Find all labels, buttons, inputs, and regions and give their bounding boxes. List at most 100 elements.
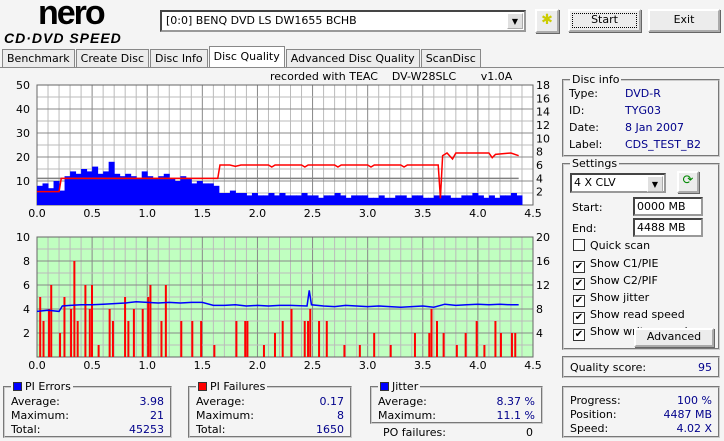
pif-bar xyxy=(343,345,346,357)
start-input[interactable]: 0000 MB xyxy=(633,197,703,216)
date-label: Date: xyxy=(569,121,599,134)
pie-bar xyxy=(251,193,258,205)
pif-bar xyxy=(413,333,416,357)
jitter-group: Jitter Average: 8.37 % Maximum: 11.1 % xyxy=(370,380,543,424)
pie-bar xyxy=(169,178,176,205)
pif-bar xyxy=(59,333,62,357)
pif-bar xyxy=(510,333,513,357)
pie-bar xyxy=(389,197,396,205)
exit-button[interactable]: Exit xyxy=(648,9,720,32)
end-input[interactable]: 4488 MB xyxy=(633,218,703,237)
speed-select[interactable]: 4 X CLV ▼ xyxy=(570,173,666,193)
checkbox-quick-scan[interactable]: Quick scan xyxy=(573,238,688,253)
pif-bar xyxy=(290,309,293,357)
position-value: 4487 MB xyxy=(663,408,712,421)
y-tick-label: 50 xyxy=(16,79,30,92)
pif-bar xyxy=(281,321,284,357)
x-tick-label: 0.5 xyxy=(83,359,101,372)
pie-bar xyxy=(279,193,286,205)
x-tick-label: 3.5 xyxy=(414,207,432,220)
disc-info-group: Disc info Type: DVD-R ID: TYG03 Date: 8 Jan… xyxy=(562,73,720,157)
pie-bar xyxy=(428,197,435,205)
checkbox-box[interactable] xyxy=(573,239,585,251)
pif-bar xyxy=(180,321,183,357)
checkbox-box[interactable]: ✔ xyxy=(573,312,585,324)
y-tick-label: 40 xyxy=(16,103,30,116)
quality-score-box: Quality score: 95 xyxy=(562,356,720,378)
pie-bar xyxy=(240,193,247,205)
x-tick-label: 0.5 xyxy=(83,207,101,220)
disc-type: DVD-R xyxy=(625,87,661,100)
y2-tick-label: 10 xyxy=(536,132,550,145)
y-tick-label: 4 xyxy=(23,303,30,316)
disc-date: 8 Jan 2007 xyxy=(625,121,684,134)
tab-benchmark[interactable]: Benchmark xyxy=(2,49,75,67)
jitter-title: Jitter xyxy=(392,380,419,393)
checkbox-show-c1-pie[interactable]: ✔ Show C1/PIE xyxy=(573,256,688,273)
chevron-down-icon[interactable]: ▼ xyxy=(507,13,523,29)
tab-disc-quality[interactable]: Disc Quality xyxy=(208,46,285,67)
advanced-button[interactable]: Advanced xyxy=(634,328,714,347)
drive-select[interactable]: [0:0] BENQ DVD LS DW1655 BCHB ▼ xyxy=(160,10,526,32)
x-tick-label: 2.0 xyxy=(249,207,267,220)
speed-value: 4 X CLV xyxy=(574,176,616,189)
refresh-speeds-icon[interactable]: ⟳ xyxy=(677,171,699,193)
pif-bar xyxy=(191,321,194,357)
settings-title: Settings xyxy=(570,157,620,170)
pie-bar xyxy=(455,197,462,205)
x-tick-label: 0.0 xyxy=(28,207,46,220)
checkbox-box[interactable]: ✔ xyxy=(573,278,585,290)
pif-bar xyxy=(436,321,439,357)
jitter-avg: 8.37 % xyxy=(496,395,535,408)
pif-total-label: Total: xyxy=(196,423,226,436)
x-tick-label: 3.0 xyxy=(359,207,377,220)
quality-score-value: 95 xyxy=(698,361,712,374)
tab-disc-info[interactable]: Disc Info xyxy=(150,49,208,67)
pie-bar xyxy=(141,171,148,205)
checkbox-show-jitter[interactable]: ✔ Show jitter xyxy=(573,290,688,307)
pif-bar xyxy=(246,321,249,357)
pie-bar xyxy=(229,190,236,205)
disc-label: CDS_TEST_B2 xyxy=(625,138,702,151)
x-tick-label: 1.5 xyxy=(194,359,212,372)
x-tick-label: 4.0 xyxy=(469,359,487,372)
pie-bar xyxy=(395,195,402,205)
checkbox-label: Show C2/PIF xyxy=(590,274,658,287)
start-button[interactable]: Start xyxy=(568,9,641,32)
position-label: Position: xyxy=(570,408,617,421)
pif-bar xyxy=(428,333,431,357)
jitter-max: 11.1 % xyxy=(496,409,535,422)
pie-total-label: Total: xyxy=(11,423,41,436)
pif-bar xyxy=(76,321,79,357)
chevron-down-icon[interactable]: ▼ xyxy=(647,176,663,192)
pie-bar xyxy=(81,169,88,205)
pie-bar xyxy=(224,193,231,205)
checkbox-show-c2-pif[interactable]: ✔ Show C2/PIF xyxy=(573,273,688,290)
pif-bar xyxy=(50,285,53,357)
pif-bar xyxy=(318,321,321,357)
pi-failures-group: PI Failures Average: 0.17 Maximum: 8 Total… xyxy=(188,380,352,438)
checkbox-box[interactable]: ✔ xyxy=(573,329,585,341)
tab-create-disc[interactable]: Create Disc xyxy=(75,49,150,67)
pif-bar xyxy=(39,297,42,357)
tab-advanced-disc-quality[interactable]: Advanced Disc Quality xyxy=(285,49,420,67)
checkbox-box[interactable]: ✔ xyxy=(573,295,585,307)
pif-bar xyxy=(309,309,312,357)
pie-bar xyxy=(483,197,490,205)
pie-bar xyxy=(108,161,115,205)
pif-bar xyxy=(127,321,130,357)
pie-bar xyxy=(92,166,99,205)
drive-refresh-icon[interactable]: ✱ xyxy=(535,9,559,33)
checkbox-box[interactable]: ✔ xyxy=(573,261,585,273)
drive-value: [0:0] BENQ DVD LS DW1655 BCHB xyxy=(166,14,357,27)
pie-max-label: Maximum: xyxy=(11,409,69,422)
pif-bar xyxy=(164,285,167,357)
pif-bar xyxy=(124,297,127,357)
pie-bar xyxy=(301,193,308,205)
tab-scandisc[interactable]: ScanDisc xyxy=(420,49,481,67)
disc-id: TYG03 xyxy=(625,104,661,117)
checkbox-show-read-speed[interactable]: ✔ Show read speed xyxy=(573,307,688,324)
x-tick-label: 1.0 xyxy=(138,207,156,220)
pie-bar xyxy=(147,176,154,205)
pif-bar xyxy=(88,309,91,357)
